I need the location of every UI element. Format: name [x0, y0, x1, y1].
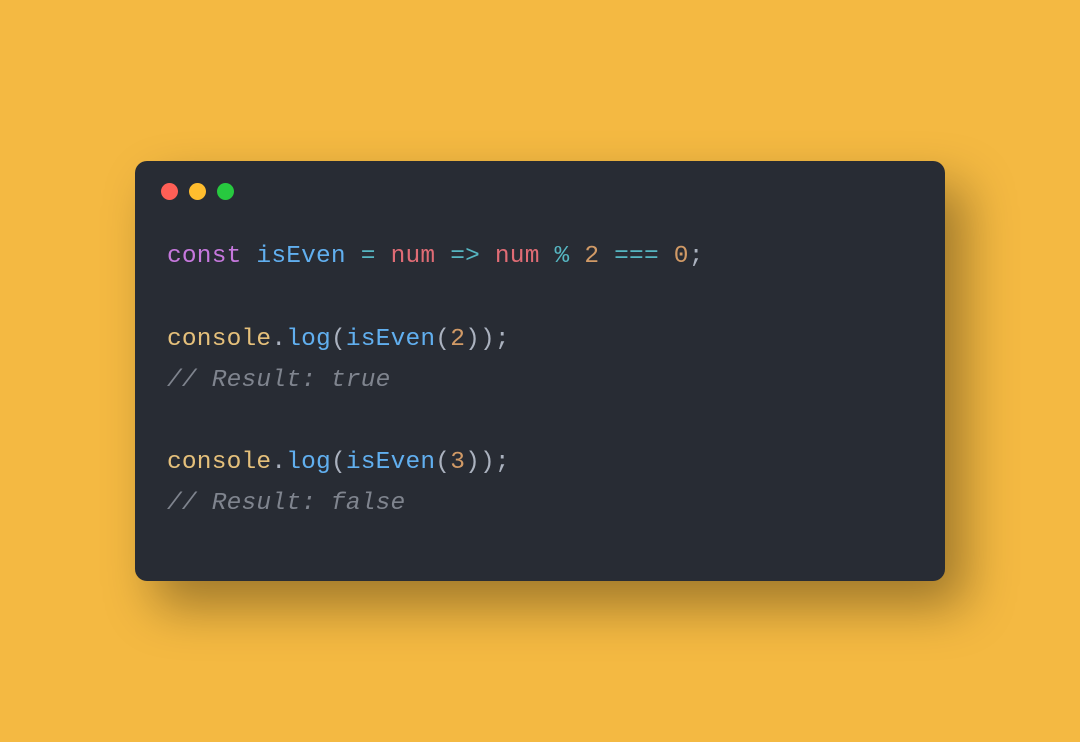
blank-line	[167, 278, 913, 319]
method-log: log	[286, 326, 331, 353]
close-icon[interactable]	[161, 183, 178, 200]
object-console: console	[167, 326, 271, 353]
code-line-3: console.log(isEven(2));	[167, 319, 913, 360]
lparen: (	[435, 449, 450, 476]
operator-mod: %	[555, 243, 570, 270]
identifier-num: num	[495, 243, 540, 270]
blank-line	[167, 401, 913, 442]
method-log: log	[286, 449, 331, 476]
lparen: (	[331, 326, 346, 353]
rparen: )	[480, 326, 495, 353]
rparen: )	[480, 449, 495, 476]
code-line-4: // Result: true	[167, 360, 913, 401]
code-line-6: console.log(isEven(3));	[167, 442, 913, 483]
operator-assign: =	[361, 243, 376, 270]
lparen: (	[435, 326, 450, 353]
arg-2: 2	[450, 326, 465, 353]
rparen: )	[465, 326, 480, 353]
semicolon: ;	[495, 449, 510, 476]
code-window: const isEven = num => num % 2 === 0; con…	[135, 161, 945, 580]
comment-result-false: // Result: false	[167, 490, 405, 517]
rparen: )	[465, 449, 480, 476]
minimize-icon[interactable]	[189, 183, 206, 200]
param-num: num	[391, 243, 436, 270]
object-console: console	[167, 449, 271, 476]
call-isEven: isEven	[346, 449, 435, 476]
code-line-1: const isEven = num => num % 2 === 0;	[167, 236, 913, 277]
dot: .	[271, 326, 286, 353]
arg-3: 3	[450, 449, 465, 476]
window-titlebar	[135, 161, 945, 200]
comment-result-true: // Result: true	[167, 367, 391, 394]
operator-eqeqeq: ===	[614, 243, 659, 270]
number-0: 0	[674, 243, 689, 270]
lparen: (	[331, 449, 346, 476]
maximize-icon[interactable]	[217, 183, 234, 200]
identifier-isEven: isEven	[256, 243, 345, 270]
semicolon: ;	[689, 243, 704, 270]
dot: .	[271, 449, 286, 476]
arrow-operator: =>	[450, 243, 480, 270]
semicolon: ;	[495, 326, 510, 353]
code-snippet: const isEven = num => num % 2 === 0; con…	[135, 200, 945, 580]
code-line-7: // Result: false	[167, 483, 913, 524]
keyword-const: const	[167, 243, 242, 270]
number-2: 2	[584, 243, 599, 270]
call-isEven: isEven	[346, 326, 435, 353]
